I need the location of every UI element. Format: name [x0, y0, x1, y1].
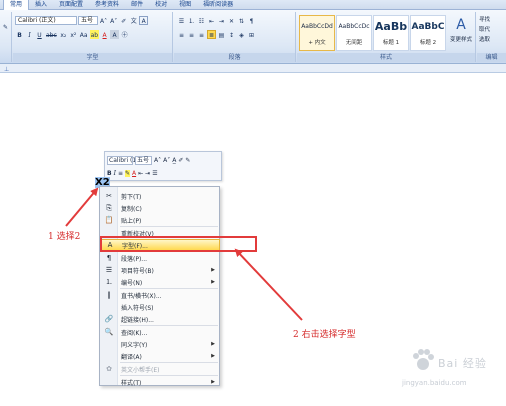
watermark-url: jingyan.baidu.com	[402, 379, 467, 387]
word-window: { "ribbon": { "tabs": [ {"label": "常用"},…	[0, 0, 506, 406]
paw-logo-icon	[413, 349, 434, 370]
arrow-step2	[234, 248, 303, 321]
annotation-step1: 1 选择2	[48, 232, 81, 242]
annotation-step2: 2 右击选择字型	[293, 330, 356, 340]
arrow-step1	[65, 187, 99, 227]
baidu-watermark: Bai 经验 jingyan.baidu.com	[402, 345, 502, 397]
watermark-brand: Bai 经验	[438, 357, 487, 370]
